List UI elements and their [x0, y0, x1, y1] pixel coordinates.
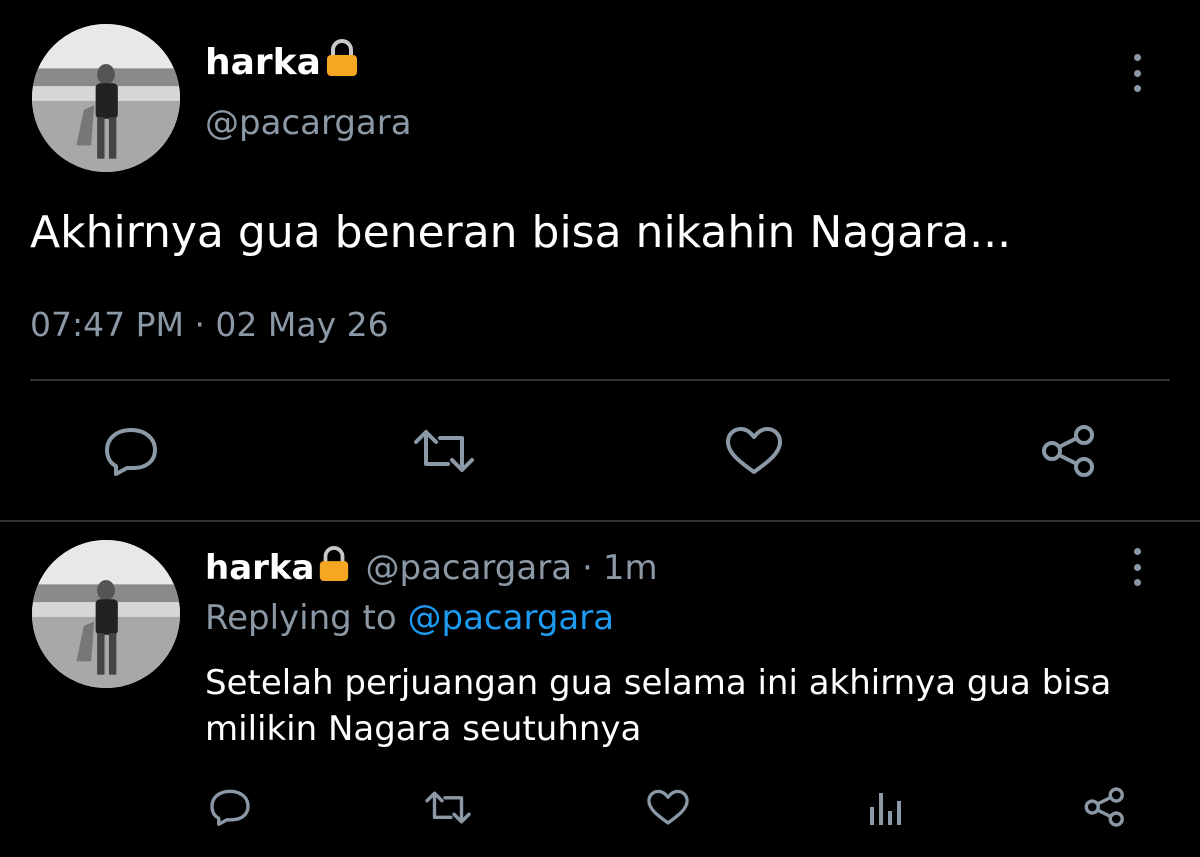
retweet-button[interactable]: [412, 428, 476, 474]
analytics-icon: [870, 793, 901, 825]
meta-separator: ·: [582, 548, 593, 588]
reply-age[interactable]: 1m: [603, 548, 658, 588]
retweet-icon: [414, 430, 474, 472]
reply-header: harka @pacargara · 1m: [205, 545, 658, 594]
reply-button[interactable]: [103, 426, 159, 476]
avatar-photo: [32, 24, 180, 172]
replying-to-handle-link[interactable]: @pacargara: [408, 598, 615, 638]
replying-to: Replying to @pacargara: [205, 596, 614, 640]
replying-to-label: Replying to: [205, 598, 397, 638]
tweet-text: Akhirnya gua beneran bisa nikahin Nagara…: [30, 207, 1012, 258]
reply-icon: [210, 789, 250, 826]
share-button[interactable]: [1040, 423, 1098, 479]
lock-icon: [317, 545, 351, 594]
tweet-timestamp[interactable]: 07:47 PM · 02 May 26: [30, 304, 389, 346]
like-icon: [726, 427, 782, 474]
retweet-icon: [425, 791, 471, 824]
reply-reply-button[interactable]: [209, 788, 251, 826]
reply-avatar[interactable]: [32, 540, 180, 688]
display-name: harka: [205, 42, 321, 83]
like-icon: [647, 789, 689, 825]
divider: [30, 379, 1170, 381]
section-divider: [0, 520, 1200, 522]
reply-text-line-1: Setelah perjuangan gua selama ini akhirn…: [205, 663, 1112, 703]
reply-more-options-icon[interactable]: [1133, 548, 1141, 586]
reply-retweet-button[interactable]: [424, 790, 472, 825]
avatar[interactable]: [32, 24, 180, 172]
analytics-button[interactable]: [866, 789, 906, 827]
reply-display-name[interactable]: harka: [205, 548, 314, 588]
more-options-icon[interactable]: [1133, 54, 1141, 92]
like-button[interactable]: [724, 426, 784, 476]
avatar-photo: [32, 540, 180, 688]
reply-share-button[interactable]: [1083, 786, 1127, 828]
reply-text-line-2: milikin Nagara seutuhnya: [205, 709, 642, 749]
author-name[interactable]: harka: [205, 38, 360, 89]
reply-like-button[interactable]: [646, 789, 690, 826]
reply-handle[interactable]: @pacargara: [365, 548, 572, 588]
lock-icon: [324, 38, 360, 89]
author-handle[interactable]: @pacargara: [205, 102, 412, 144]
share-icon: [1084, 787, 1124, 827]
share-icon: [1042, 425, 1094, 477]
reply-icon: [105, 428, 157, 476]
